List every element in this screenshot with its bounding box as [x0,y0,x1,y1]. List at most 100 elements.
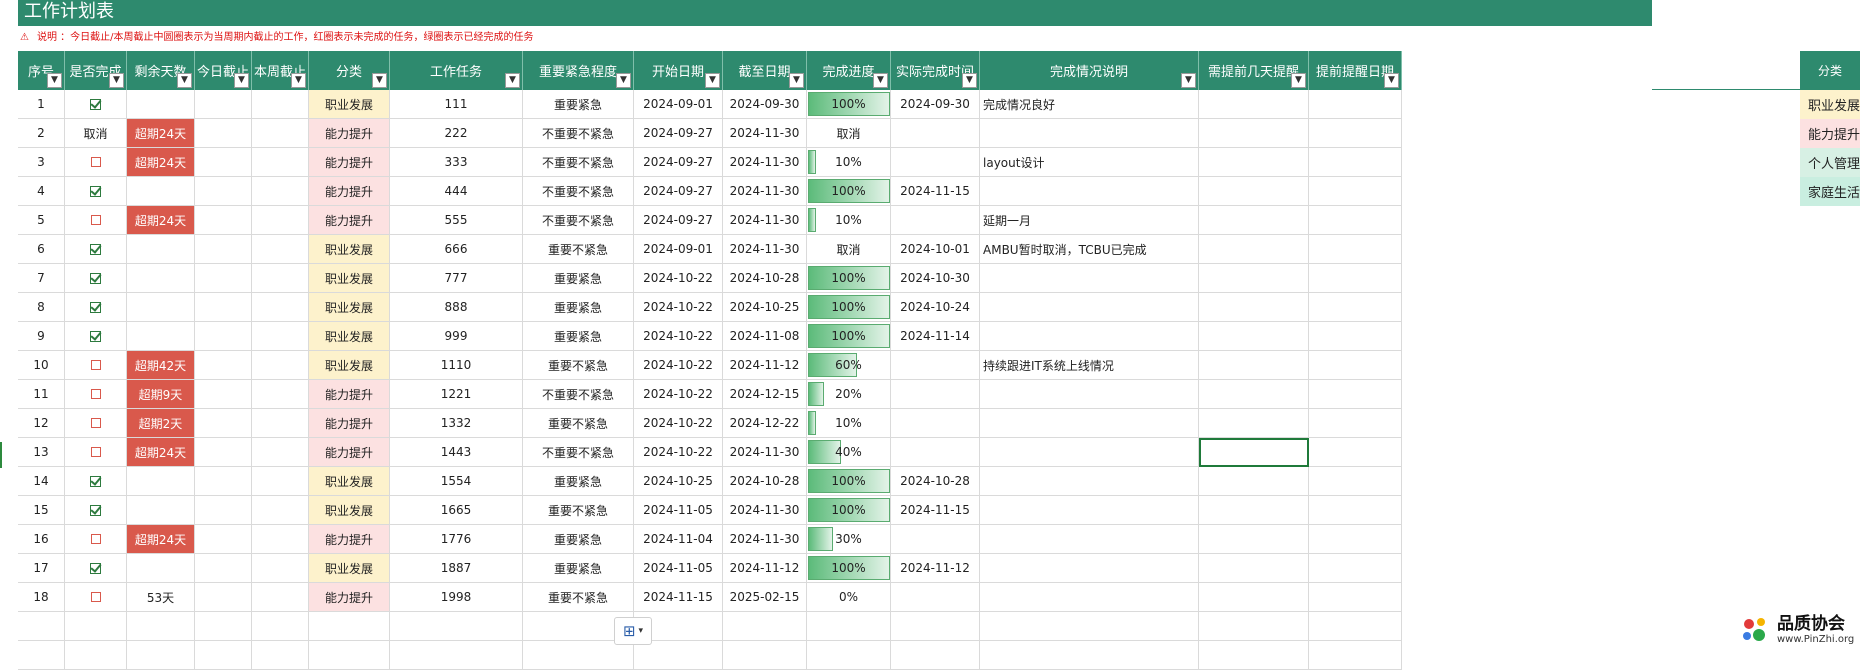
cell-week-due[interactable] [252,177,309,206]
cell-seq[interactable]: 5 [18,206,65,235]
cell-remind-days[interactable] [1199,467,1309,496]
cell-remind-date[interactable] [1309,177,1402,206]
cell-today-due[interactable] [195,119,252,148]
cell-category[interactable]: 能力提升 [309,583,390,612]
cell-category[interactable] [309,641,390,670]
cell-actual-date[interactable]: 2024-10-24 [891,293,980,322]
cell-category[interactable]: 能力提升 [309,380,390,409]
cell-start-date[interactable]: 2024-10-22 [634,264,723,293]
cell-week-due[interactable] [252,380,309,409]
cell-today-due[interactable] [195,351,252,380]
cell-week-due[interactable] [252,554,309,583]
checkbox-checked-icon[interactable] [90,98,101,110]
cell-seq[interactable]: 15 [18,496,65,525]
cell-today-due[interactable] [195,525,252,554]
cell-category[interactable]: 能力提升 [309,409,390,438]
cell-today-due[interactable] [195,583,252,612]
cell-progress[interactable]: 100% [807,496,891,525]
cell-actual-date[interactable]: 2024-10-28 [891,467,980,496]
cell-remaining-days[interactable] [127,177,195,206]
cell-start-date[interactable]: 2024-09-01 [634,235,723,264]
cell-start-date[interactable]: 2024-11-15 [634,583,723,612]
checkbox-unchecked-icon[interactable] [90,447,101,457]
cell-task[interactable]: 1998 [390,583,523,612]
cell-remaining-days[interactable] [127,235,195,264]
cell-task[interactable]: 1332 [390,409,523,438]
cell-remaining-days[interactable] [127,293,195,322]
cell-due-date[interactable]: 2024-11-08 [723,322,807,351]
cell-remaining-days[interactable] [127,322,195,351]
cell-week-due[interactable] [252,293,309,322]
cell-category[interactable]: 能力提升 [309,148,390,177]
cell-actual-date[interactable] [891,206,980,235]
cell-seq[interactable]: 1 [18,90,65,119]
cell-is-done[interactable] [65,409,127,438]
cell-task[interactable]: 1443 [390,438,523,467]
cell-progress[interactable]: 40% [807,438,891,467]
cell-task[interactable]: 999 [390,322,523,351]
cell-is-done[interactable] [65,525,127,554]
cell-progress[interactable]: 100% [807,322,891,351]
cell-category[interactable]: 职业发展 [309,496,390,525]
cell-week-due[interactable] [252,90,309,119]
quick-analysis-button[interactable]: ⊞ ▾ [614,617,652,645]
checkbox-unchecked-icon[interactable] [90,592,101,602]
cell-start-date[interactable]: 2024-11-04 [634,525,723,554]
checkbox-unchecked-icon[interactable] [90,418,101,428]
cell-actual-date[interactable] [891,525,980,554]
cell-task[interactable]: 222 [390,119,523,148]
cell-progress[interactable] [807,641,891,670]
cell-today-due[interactable] [195,293,252,322]
cell-completion-note[interactable] [980,612,1199,641]
cell-seq[interactable]: 4 [18,177,65,206]
cell-priority[interactable]: 重要不紧急 [523,496,634,525]
cell-task[interactable]: 111 [390,90,523,119]
checkbox-checked-icon[interactable] [90,272,101,284]
cell-completion-note[interactable]: 持续跟进IT系统上线情况 [980,351,1199,380]
cell-progress[interactable]: 0% [807,583,891,612]
cell-priority[interactable]: 不重要不紧急 [523,119,634,148]
cell-start-date[interactable]: 2024-10-22 [634,293,723,322]
cell-start-date[interactable] [634,641,723,670]
cell-week-due[interactable] [252,119,309,148]
cell-remind-days[interactable] [1199,293,1309,322]
cell-remind-days[interactable] [1199,206,1309,235]
cell-completion-note[interactable] [980,177,1199,206]
cell-today-due[interactable] [195,264,252,293]
cell-today-due[interactable] [195,438,252,467]
cell-start-date[interactable]: 2024-09-27 [634,177,723,206]
cell-remaining-days[interactable] [127,554,195,583]
filter-dropdown-icon[interactable]: ▼ [47,73,62,88]
cell-is-done[interactable] [65,177,127,206]
cell-remaining-days[interactable]: 超期9天 [127,380,195,409]
cell-start-date[interactable]: 2024-09-01 [634,90,723,119]
cell-remaining-days[interactable] [127,496,195,525]
cell-progress[interactable]: 10% [807,409,891,438]
cell-remind-date[interactable] [1309,90,1402,119]
cell-week-due[interactable] [252,148,309,177]
cell-remind-date[interactable] [1309,438,1402,467]
cell-today-due[interactable] [195,206,252,235]
cell-today-due[interactable] [195,554,252,583]
cell-category[interactable]: 职业发展 [309,322,390,351]
cell-remind-days[interactable] [1199,148,1309,177]
cell-task[interactable]: 1110 [390,351,523,380]
cell-week-due[interactable] [252,351,309,380]
cell-start-date[interactable]: 2024-10-22 [634,351,723,380]
cell-week-due[interactable] [252,409,309,438]
filter-dropdown-icon[interactable]: ▼ [705,73,720,88]
cell-progress[interactable]: 60% [807,351,891,380]
cell-start-date[interactable]: 2024-10-25 [634,467,723,496]
cell-task[interactable]: 555 [390,206,523,235]
cell-actual-date[interactable]: 2024-09-30 [891,90,980,119]
checkbox-checked-icon[interactable] [90,243,101,255]
cell-remind-date[interactable] [1309,351,1402,380]
cell-remaining-days[interactable]: 超期42天 [127,351,195,380]
checkbox-checked-icon[interactable] [90,185,101,197]
cell-due-date[interactable]: 2024-11-30 [723,148,807,177]
cell-actual-date[interactable] [891,641,980,670]
cell-remaining-days[interactable] [127,90,195,119]
cell-remind-days[interactable] [1199,525,1309,554]
cell-remaining-days[interactable]: 超期24天 [127,525,195,554]
cell-completion-note[interactable] [980,554,1199,583]
